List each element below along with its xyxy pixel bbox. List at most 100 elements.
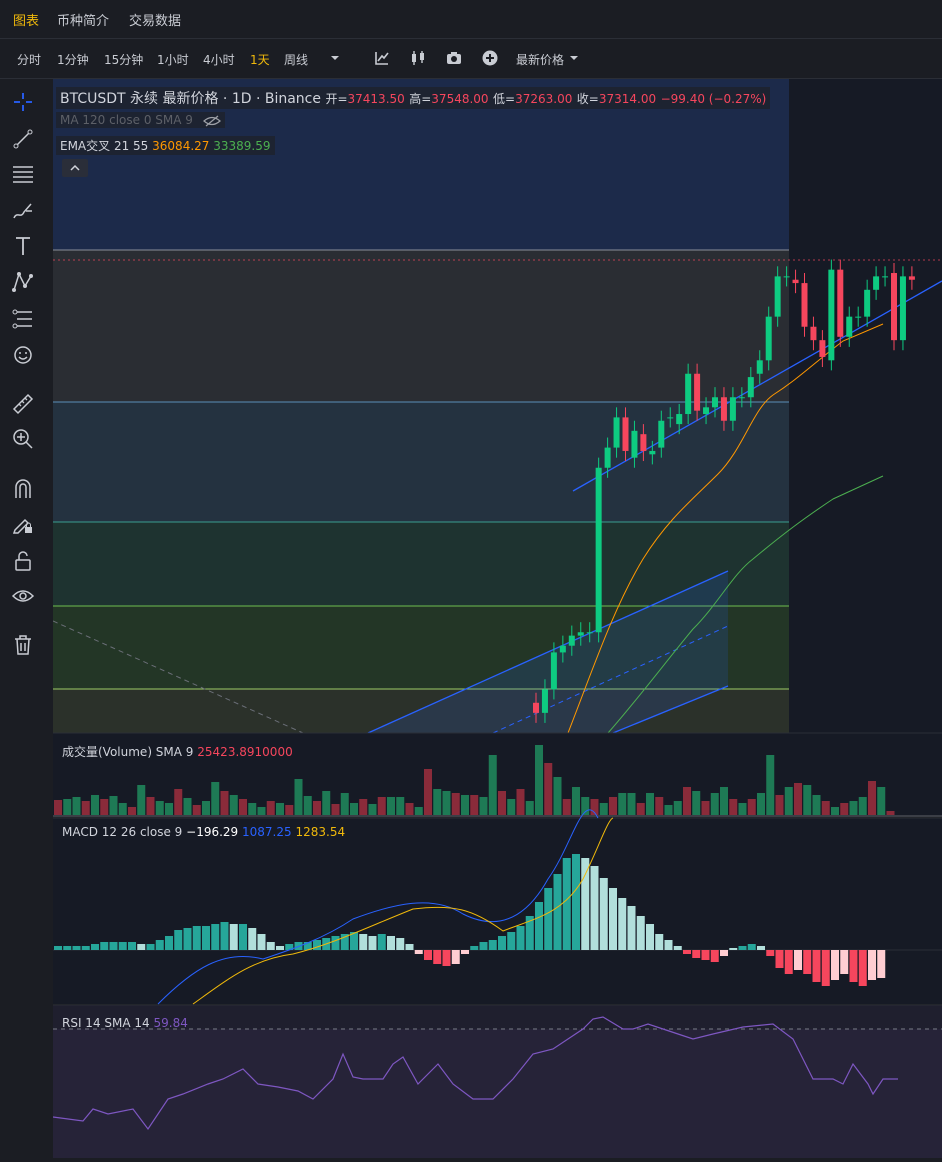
macd-signal-value: 1283.54 (295, 825, 346, 839)
eye-hidden-icon[interactable] (202, 115, 221, 127)
close-value: 37314.00 (598, 92, 657, 106)
macd-bar (498, 936, 506, 950)
macd-bar (91, 944, 99, 950)
chart-area[interactable]: BTCUSDT 永续 最新价格 · 1D · Binance 开=37413.5… (52, 79, 942, 1159)
text-icon[interactable] (11, 234, 35, 258)
macd-bar (442, 950, 451, 966)
volume-bar (433, 789, 442, 815)
volume-legend: 成交量(Volume) SMA 9 25423.8910000 (62, 743, 293, 760)
fib-icon[interactable] (11, 307, 35, 331)
unlock-icon[interactable] (11, 549, 35, 573)
macd-bar (220, 922, 229, 950)
indicator-icon[interactable] (373, 49, 391, 67)
volume-bar (498, 791, 506, 815)
macd-bar (146, 944, 155, 950)
candle (676, 414, 683, 425)
trash-icon[interactable] (11, 633, 35, 657)
macd-bar (821, 950, 830, 986)
timeframe-1d[interactable]: 1天 (250, 51, 270, 68)
trendline-icon[interactable] (11, 127, 35, 151)
volume-bar (257, 807, 266, 815)
volume-bar (886, 811, 895, 815)
macd-bar (451, 950, 460, 964)
brush-icon[interactable] (11, 199, 35, 223)
timeframe-15m[interactable]: 15分钟 (104, 51, 143, 68)
volume-bar (858, 797, 867, 815)
low-label: 低= (493, 92, 516, 106)
candle (891, 273, 897, 341)
chevron-down-icon[interactable] (565, 49, 583, 67)
ema21-value: 36084.27 (152, 139, 210, 153)
drawing-sidebar (0, 79, 46, 1158)
macd-bar (192, 926, 201, 950)
chart-canvas[interactable] (52, 79, 942, 1159)
timeframe-1m[interactable]: 1分钟 (57, 51, 89, 68)
macd-bar (155, 940, 164, 950)
volume-bar (137, 785, 146, 815)
macd-bar (692, 950, 701, 958)
candle (703, 407, 710, 415)
tab-coin-info[interactable]: 币种简介 (57, 10, 109, 29)
chart-toolbar: 分时 1分钟 15分钟 1小时 4小时 1天 周线 最新价格 (0, 39, 942, 79)
macd-bar (609, 888, 617, 950)
eye-icon[interactable] (11, 584, 35, 608)
macd-bar (636, 916, 645, 950)
volume-bar (766, 755, 775, 815)
candle (720, 397, 727, 421)
candle (792, 279, 799, 284)
ma-legend[interactable]: MA 120 close 0 SMA 9 (56, 112, 225, 128)
zoom-in-icon[interactable] (11, 427, 35, 451)
candle (774, 276, 781, 317)
volume-bar (377, 797, 386, 815)
volume-bar (803, 785, 812, 815)
candle (667, 417, 674, 419)
camera-icon[interactable] (445, 49, 463, 67)
candle (604, 447, 611, 468)
collapse-legend-button[interactable] (62, 159, 88, 177)
timeframe-1w[interactable]: 周线 (284, 51, 308, 68)
candle (568, 635, 575, 646)
pattern-icon[interactable] (11, 270, 35, 294)
open-value: 37413.50 (347, 92, 405, 106)
volume-bar (396, 797, 405, 815)
volume-bar (646, 793, 654, 815)
add-icon[interactable] (481, 49, 499, 67)
candle (640, 434, 647, 451)
ruler-icon[interactable] (11, 392, 35, 416)
candle (685, 373, 692, 415)
rsi-label: RSI 14 SMA 14 (62, 1016, 150, 1030)
volume-bar (488, 755, 497, 815)
crosshair-icon[interactable] (11, 90, 35, 114)
macd-label: MACD 12 26 close 9 (62, 825, 183, 839)
volume-bar (63, 799, 72, 815)
volume-bar (738, 803, 747, 815)
candle (765, 316, 772, 361)
macd-bar (516, 926, 525, 950)
timeframe-line[interactable]: 分时 (17, 51, 41, 68)
more-timeframes-icon[interactable] (326, 49, 344, 67)
volume-bar (747, 799, 756, 815)
volume-label: 成交量(Volume) SMA 9 (62, 745, 194, 759)
lock-drawing-icon[interactable] (11, 512, 35, 536)
macd-bar (618, 898, 627, 950)
candle-type-icon[interactable] (409, 49, 427, 67)
volume-bar (340, 793, 349, 815)
tab-chart[interactable]: 图表 (13, 10, 39, 29)
rsi-value: 59.84 (153, 1016, 188, 1030)
tab-trading-data[interactable]: 交易数据 (129, 10, 181, 29)
horizontal-lines-icon[interactable] (11, 162, 35, 186)
macd-bar (812, 950, 821, 982)
magnet-icon[interactable] (11, 477, 35, 501)
volume-bar (442, 791, 451, 815)
timeframe-1h[interactable]: 1小时 (157, 51, 189, 68)
ema-legend[interactable]: EMA交叉 21 55 36084.27 33389.59 (56, 136, 275, 155)
emoji-icon[interactable] (11, 343, 35, 367)
macd-bar (507, 932, 516, 950)
high-label: 高= (409, 92, 432, 106)
macd-bar (396, 938, 405, 950)
rsi-band (53, 1029, 942, 1159)
volume-bar (72, 797, 81, 815)
price-type-select[interactable]: 最新价格 (516, 51, 564, 68)
macd-bar (868, 950, 876, 980)
timeframe-4h[interactable]: 4小时 (203, 51, 235, 68)
